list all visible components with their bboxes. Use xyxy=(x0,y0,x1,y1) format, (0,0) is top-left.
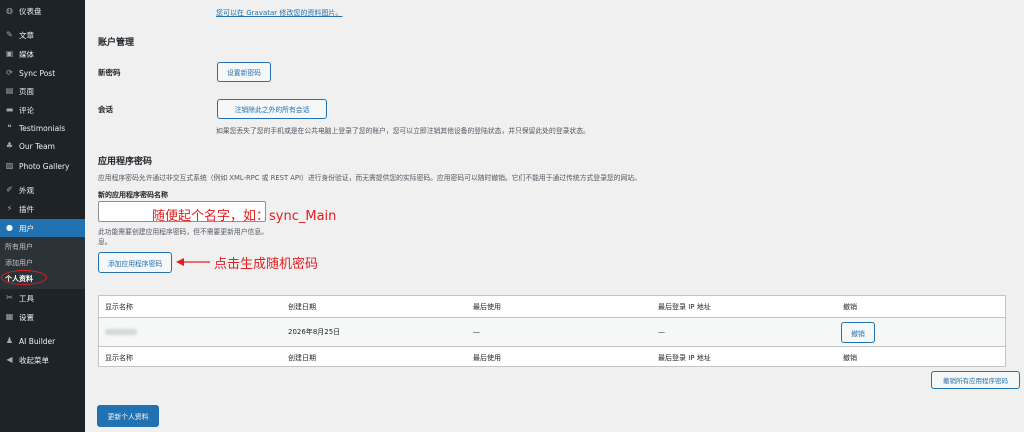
ai-icon: ♟ xyxy=(5,336,14,345)
settings-icon: ▦ xyxy=(5,312,14,321)
column-footer: 显示名称 xyxy=(105,353,133,362)
user-icon: ● xyxy=(6,223,13,232)
app-passwords-table: 显示名称 创建日期 最后使用 最后登录 IP 地址 撤销 2026年8月25日 … xyxy=(98,295,1006,367)
menu-dashboard[interactable]: ◍ 仪表盘 xyxy=(0,2,85,20)
profile-content: 您可以在 Gravatar 修改您的资料图片。 账户管理 新密码 设置新密码 会… xyxy=(85,0,1024,432)
menu-label: 工具 xyxy=(19,293,34,303)
media-icon: ▣ xyxy=(5,49,14,58)
comment-icon: ▬ xyxy=(5,105,14,114)
app-passwords-heading: 应用程序密码 xyxy=(98,157,153,167)
account-management-heading: 账户管理 xyxy=(98,38,135,48)
click-hint-annotation: 点击生成随机密码 xyxy=(214,257,319,272)
name-hint-annotation: 随便起个名字，如：sync_Main xyxy=(152,209,337,224)
menu-label: Testimonials xyxy=(19,123,66,133)
sync-icon: ⟳ xyxy=(6,68,13,77)
gallery-icon: ▨ xyxy=(5,161,14,170)
menu-label: 评论 xyxy=(19,105,34,115)
menu-label: Photo Gallery xyxy=(19,161,70,171)
profile-highlight-circle xyxy=(1,270,47,285)
menu-label: 文章 xyxy=(19,30,34,40)
page-icon: ▤ xyxy=(5,86,14,95)
column-footer: 创建日期 xyxy=(288,353,316,362)
add-app-password-button[interactable]: 添加应用程序密码 xyxy=(98,252,172,273)
menu-our-team[interactable]: ♣ Our Team xyxy=(0,137,85,155)
column-footer: 撤销 xyxy=(843,353,857,362)
quote-icon: ❝ xyxy=(7,123,12,132)
menu-label: AI Builder xyxy=(19,336,56,346)
table-header: 显示名称 创建日期 最后使用 最后登录 IP 地址 撤销 xyxy=(99,296,1005,318)
menu-comments[interactable]: ▬ 评论 xyxy=(0,101,85,119)
menu-settings[interactable]: ▦ 设置 xyxy=(0,308,85,326)
menu-label: 仪表盘 xyxy=(19,6,42,16)
sessions-description: 如果您丢失了您的手机或是在公共电脑上登录了您的账户，您可以立即注销其他设备的登陆… xyxy=(216,127,590,135)
sessions-label: 会话 xyxy=(98,105,113,114)
menu-label: Our Team xyxy=(19,141,55,151)
column-header: 显示名称 xyxy=(105,302,133,311)
menu-label: 页面 xyxy=(19,86,34,96)
plugin-icon: ⚡ xyxy=(6,204,13,213)
admin-sidebar: ◍ 仪表盘 ✎ 文章 ▣ 媒体 ⟳ Sync Post ▤ 页面 ▬ 评论 ❝ Testimo… xyxy=(0,0,85,432)
field-description-line2: 息。 xyxy=(98,238,112,246)
field-description-line1: 此功能需要创建应用程序密码，但不需要更新用户信息。 xyxy=(98,228,268,236)
table-row: 2026年8月25日 — — 撤销 xyxy=(99,318,1005,346)
menu-posts[interactable]: ✎ 文章 xyxy=(0,26,85,44)
menu-tools[interactable]: ✂ 工具 xyxy=(0,289,85,307)
menu-media[interactable]: ▣ 媒体 xyxy=(0,45,85,63)
column-header: 最后使用 xyxy=(473,302,501,311)
update-profile-button[interactable]: 更新个人资料 xyxy=(97,405,159,427)
menu-testimonials[interactable]: ❝ Testimonials xyxy=(0,119,85,137)
menu-sync-post[interactable]: ⟳ Sync Post xyxy=(0,64,85,82)
column-footer: 最后登录 IP 地址 xyxy=(658,353,711,362)
team-icon: ♣ xyxy=(5,141,14,150)
menu-label: Sync Post xyxy=(19,68,56,78)
revoke-all-button[interactable]: 撤销所有应用程序密码 xyxy=(931,371,1020,389)
dashboard-icon: ◍ xyxy=(6,6,13,15)
revoke-button[interactable]: 撤销 xyxy=(841,322,875,343)
menu-label: 收起菜单 xyxy=(19,355,49,365)
menu-users[interactable]: ● 用户 xyxy=(0,219,85,237)
menu-pages[interactable]: ▤ 页面 xyxy=(0,82,85,100)
column-header: 最后登录 IP 地址 xyxy=(658,302,711,311)
pin-icon: ✎ xyxy=(6,30,13,39)
last-ip-cell: — xyxy=(658,328,665,336)
column-header: 创建日期 xyxy=(288,302,316,311)
collapse-icon: ◀ xyxy=(6,355,13,364)
column-footer: 最后使用 xyxy=(473,353,501,362)
appearance-icon: ✐ xyxy=(6,185,13,194)
new-password-label: 新密码 xyxy=(98,68,121,77)
app-name-cell xyxy=(105,318,137,346)
arrow-annotation-icon xyxy=(176,258,210,266)
menu-label: 外观 xyxy=(19,185,34,195)
menu-appearance[interactable]: ✐ 外观 xyxy=(0,181,85,199)
new-app-password-name-label: 新的应用程序密码名称 xyxy=(98,191,168,199)
gravatar-link[interactable]: 您可以在 Gravatar 修改您的资料图片。 xyxy=(216,8,342,18)
submenu-add-user[interactable]: 添加用户 xyxy=(5,258,33,268)
app-passwords-description: 应用程序密码允许通过非交互式系统（例如 XML-RPC 或 REST API）进… xyxy=(98,174,641,182)
menu-label: 设置 xyxy=(19,312,34,322)
menu-ai-builder[interactable]: ♟ AI Builder xyxy=(0,332,85,350)
menu-label: 用户 xyxy=(19,223,34,233)
redacted-name xyxy=(105,329,137,335)
menu-label: 媒体 xyxy=(19,49,34,59)
menu-label: 插件 xyxy=(19,204,34,214)
column-header: 撤销 xyxy=(843,302,857,311)
logout-others-button[interactable]: 注销除此之外的所有会话 xyxy=(217,99,327,119)
submenu-all-users[interactable]: 所有用户 xyxy=(5,242,33,252)
menu-collapse[interactable]: ◀ 收起菜单 xyxy=(0,351,85,369)
set-password-button[interactable]: 设置新密码 xyxy=(217,62,271,82)
table-footer: 显示名称 创建日期 最后使用 最后登录 IP 地址 撤销 xyxy=(99,346,1005,368)
tools-icon: ✂ xyxy=(6,293,13,302)
last-used-cell: — xyxy=(473,328,480,336)
menu-plugins[interactable]: ⚡ 插件 xyxy=(0,200,85,218)
created-date-cell: 2026年8月25日 xyxy=(288,328,341,336)
menu-photo-gallery[interactable]: ▨ Photo Gallery xyxy=(0,157,85,175)
